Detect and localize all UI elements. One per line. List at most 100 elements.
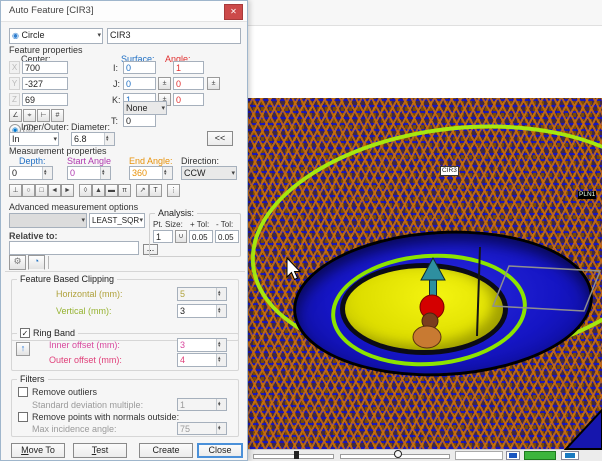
diameter-input[interactable]: 6.8: [71, 132, 115, 146]
horizontal-label: Horizontal (mm):: [56, 289, 123, 299]
ring-band-label: Ring Band: [33, 328, 75, 338]
end-angle-spinner[interactable]: [162, 167, 172, 179]
std-dev-spinner: [216, 399, 226, 410]
remove-outliers-checkbox[interactable]: [18, 387, 28, 397]
horizontal-spinner: [216, 288, 226, 300]
ring-band-direction-icon[interactable]: ↑: [16, 342, 30, 356]
i-label: I:: [113, 63, 118, 73]
inner-outer-value: In: [12, 134, 20, 144]
algorithm-value: LEAST_SQR: [92, 216, 139, 225]
tab-clipping-icon[interactable]: ◔: [28, 255, 45, 270]
graphics-viewport[interactable]: CIR3 PLN1: [248, 0, 602, 461]
circle-path-icon[interactable]: ○: [22, 184, 35, 197]
start-angle-label: Start Angle: [67, 156, 111, 166]
mouse-cursor: [248, 0, 602, 461]
analysis-group: Analysis: Pt. Size: + Tol: - Tol: 1 ∪ 0.…: [149, 213, 241, 257]
tab-panel-border: [5, 271, 245, 272]
surface-j-input[interactable]: 0: [123, 77, 156, 90]
end-angle-input[interactable]: 360: [129, 166, 173, 180]
measurement-properties-header: Measurement properties: [9, 146, 241, 156]
flip-angle-vector-icon[interactable]: ±: [207, 77, 220, 90]
outer-offset-input[interactable]: 4: [177, 353, 227, 367]
minus-tol-label: - Tol:: [216, 220, 233, 229]
center-x-input[interactable]: 700: [22, 61, 68, 74]
outer-offset-spinner[interactable]: [216, 354, 226, 366]
angle-j-input[interactable]: 0: [173, 77, 204, 90]
polar-mode-icon[interactable]: ⌖: [23, 109, 36, 122]
snap-combobox[interactable]: None: [123, 101, 167, 115]
vector-probe-icon[interactable]: ⊥: [9, 184, 22, 197]
start-angle-spinner[interactable]: [100, 167, 110, 179]
inner-offset-value: 3: [180, 340, 185, 350]
end-angle-label: End Angle:: [129, 156, 173, 166]
circle-feature-icon: ◉: [12, 31, 19, 40]
filters-group: Filters Remove outliers Standard deviati…: [11, 379, 239, 437]
box-path-icon[interactable]: □: [35, 184, 48, 197]
center-y-input[interactable]: -327: [22, 77, 68, 90]
flip-surface-vector-icon[interactable]: ±: [158, 77, 171, 90]
outer-offset-value: 4: [180, 355, 185, 365]
text-label-icon[interactable]: T: [149, 184, 162, 197]
auto-move-icon[interactable]: ↗: [136, 184, 149, 197]
direction-combobox[interactable]: CCW: [181, 166, 237, 180]
cartesian-mode-icon[interactable]: ∠: [9, 109, 22, 122]
remove-normals-checkbox[interactable]: [18, 412, 28, 422]
pt-size-unit-icon[interactable]: ∪: [175, 230, 187, 243]
ring-band-checkbox[interactable]: ✓: [20, 328, 30, 338]
relative-to-input[interactable]: [9, 241, 139, 255]
app-window: CIR3 PLN1 Auto Feature [CIR3] ✕ ◉ Circle: [0, 0, 602, 461]
feature-type-combobox[interactable]: ◉ Circle: [9, 28, 103, 44]
move-to-button[interactable]: Move To: [11, 443, 65, 458]
inner-offset-input[interactable]: 3: [177, 338, 227, 352]
vertical-spinner[interactable]: [216, 305, 226, 317]
minus-tol-input[interactable]: 0.05: [215, 230, 239, 243]
feature-type-value: Circle: [22, 30, 45, 40]
avoidance-move-icon[interactable]: ▲: [92, 184, 105, 197]
offset-mode-icon[interactable]: ⊢: [37, 109, 50, 122]
vertical-label: Vertical (mm):: [56, 306, 112, 316]
collapse-dialog-button[interactable]: <<: [207, 131, 233, 146]
feature-based-clipping-label: Feature Based Clipping: [17, 274, 117, 284]
advanced-options-label: Advanced measurement options: [9, 202, 138, 212]
close-button[interactable]: Close: [197, 443, 243, 458]
feature-name-input[interactable]: CIR3: [107, 28, 241, 44]
tab-settings-icon[interactable]: ⚙: [9, 255, 26, 270]
filter-combobox[interactable]: [9, 213, 87, 228]
test-button[interactable]: Test: [73, 443, 127, 458]
y-axis-chip: Y: [9, 77, 20, 90]
grid-mode-icon[interactable]: #: [51, 109, 64, 122]
pt-size-label: Pt. Size:: [153, 220, 183, 229]
depth-value: 0: [12, 168, 17, 178]
approach-left-icon[interactable]: ◄: [48, 184, 61, 197]
std-dev-label: Standard deviation multiple:: [32, 400, 143, 410]
pt-size-input[interactable]: 1: [153, 230, 173, 243]
max-incidence-label: Max incidence angle:: [32, 424, 117, 434]
approach-right-icon[interactable]: ►: [61, 184, 74, 197]
plus-tol-input[interactable]: 0.05: [189, 230, 213, 243]
depth-move-icon[interactable]: ▬: [105, 184, 118, 197]
algorithm-combobox[interactable]: LEAST_SQR: [89, 213, 145, 228]
depth-input[interactable]: 0: [9, 166, 53, 180]
measurement-properties-label: Measurement properties: [9, 146, 107, 156]
center-z-input[interactable]: 69: [22, 93, 68, 106]
surface-i-input[interactable]: 0: [123, 61, 156, 74]
angle-i-input[interactable]: 1: [173, 61, 204, 74]
vertical-input[interactable]: 3: [177, 304, 227, 318]
pi-measure-icon[interactable]: π: [118, 184, 131, 197]
inner-outer-combobox[interactable]: In: [9, 132, 59, 146]
create-button[interactable]: Create: [139, 443, 193, 458]
angle-k-input[interactable]: 0: [173, 93, 204, 106]
more-options-icon[interactable]: ⋮: [167, 184, 180, 197]
start-angle-input[interactable]: 0: [67, 166, 111, 180]
diameter-spinner[interactable]: [104, 133, 114, 145]
auto-feature-dialog: Auto Feature [CIR3] ✕ ◉ Circle CIR3 Feat…: [0, 0, 248, 461]
depth-spinner[interactable]: [42, 167, 52, 179]
sample-hits-icon[interactable]: ◊: [79, 184, 92, 197]
dialog-titlebar[interactable]: Auto Feature [CIR3] ✕: [1, 1, 247, 22]
inner-offset-spinner[interactable]: [216, 339, 226, 351]
ring-band-group: ✓ Ring Band ↑ Inner offset (mm): 3 Outer…: [11, 333, 239, 371]
close-icon[interactable]: ✕: [224, 4, 243, 20]
remove-normals-label: Remove points with normals outside:: [32, 412, 179, 422]
tab-divider: [48, 256, 49, 269]
t-value-input[interactable]: 0: [123, 114, 156, 127]
